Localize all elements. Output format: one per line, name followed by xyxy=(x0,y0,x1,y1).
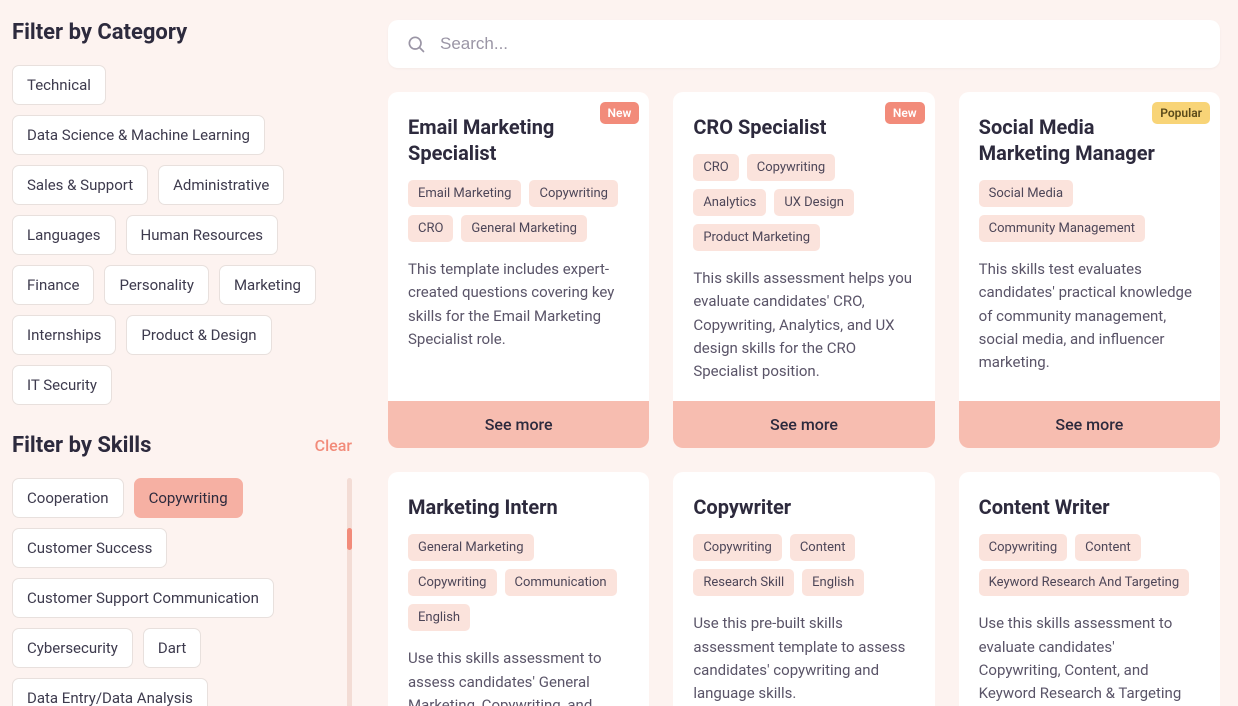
cards-grid: NewEmail Marketing SpecialistEmail Marke… xyxy=(388,92,1220,706)
skill-tag: CRO xyxy=(408,215,453,242)
card-description: Use this skills assessment to evaluate c… xyxy=(979,612,1200,706)
card-description: Use this skills assessment to assess can… xyxy=(408,647,629,706)
category-chip[interactable]: IT Security xyxy=(12,365,112,405)
category-chip[interactable]: Human Resources xyxy=(126,215,279,255)
assessment-card: Marketing Intern General Marketing Copywri… xyxy=(388,472,649,706)
skill-chip[interactable]: Customer Success xyxy=(12,528,167,568)
skill-tag: Copywriting xyxy=(979,534,1068,561)
see-more-button[interactable]: See more xyxy=(388,401,649,448)
skill-tag: Copywriting xyxy=(408,569,497,596)
card-title: Marketing Intern xyxy=(408,494,629,520)
skill-tag: Copywriting xyxy=(747,154,836,181)
skill-tag: Content xyxy=(790,534,856,561)
skill-tag: UX Design xyxy=(774,189,854,216)
filter-skills-heading: Filter by Skills xyxy=(12,433,151,458)
skill-tag: English xyxy=(408,604,470,631)
card-body: Email Marketing Specialist Email Marketin… xyxy=(388,92,649,401)
skill-tag: Product Marketing xyxy=(693,224,820,251)
see-more-button[interactable]: See more xyxy=(673,401,934,448)
card-description: Use this pre-built skills assessment tem… xyxy=(693,612,914,705)
card-tags: CRO Copywriting Analytics UX Design Product … xyxy=(693,154,914,251)
skill-chip[interactable]: Cybersecurity xyxy=(12,628,133,668)
skill-chip[interactable]: Customer Support Communication xyxy=(12,578,274,618)
skill-tag: Copywriting xyxy=(529,180,618,207)
category-chip[interactable]: Internships xyxy=(12,315,116,355)
sidebar: Filter by Category Technical Data Science… xyxy=(0,0,370,706)
card-tags: Social Media Community Management xyxy=(979,180,1200,242)
skill-chip[interactable]: Copywriting xyxy=(134,478,243,518)
skill-tag: Communication xyxy=(505,569,617,596)
new-badge: New xyxy=(600,102,640,124)
skill-tag: General Marketing xyxy=(461,215,587,242)
card-title: Email Marketing Specialist xyxy=(408,114,629,166)
skill-chip[interactable]: Cooperation xyxy=(12,478,124,518)
category-chips: Technical Data Science & Machine Learning… xyxy=(12,65,352,405)
card-description: This skills test evaluates candidates' p… xyxy=(979,258,1200,374)
skill-tag: Keyword Research And Targeting xyxy=(979,569,1189,596)
card-body: CRO Specialist CRO Copywriting Analytics UX … xyxy=(673,92,934,401)
skill-tag: Email Marketing xyxy=(408,180,521,207)
card-title: CRO Specialist xyxy=(693,114,914,140)
category-chip[interactable]: Administrative xyxy=(158,165,284,205)
skill-tag: Social Media xyxy=(979,180,1073,207)
category-chip[interactable]: Product & Design xyxy=(126,315,271,355)
card-tags: Copywriting Content Research Skill English xyxy=(693,534,914,596)
skill-chip[interactable]: Data Entry/Data Analysis xyxy=(12,678,208,706)
search-bar[interactable] xyxy=(388,20,1220,68)
card-description: This skills assessment helps you evaluat… xyxy=(693,267,914,383)
see-more-button[interactable]: See more xyxy=(959,401,1220,448)
skill-chip[interactable]: Dart xyxy=(143,628,201,668)
card-tags: Email Marketing Copywriting CRO General Mar… xyxy=(408,180,629,242)
card-body: Content Writer Copywriting Content Keyword … xyxy=(959,472,1220,706)
category-chip[interactable]: Data Science & Machine Learning xyxy=(12,115,265,155)
skills-scrollbar-track[interactable] xyxy=(347,478,352,706)
assessment-card: NewEmail Marketing SpecialistEmail Marke… xyxy=(388,92,649,448)
search-icon xyxy=(406,34,426,54)
skill-tag: Copywriting xyxy=(693,534,782,561)
card-body: Marketing Intern General Marketing Copywri… xyxy=(388,472,649,706)
card-title: Copywriter xyxy=(693,494,914,520)
assessment-card: Content Writer Copywriting Content Keyword … xyxy=(959,472,1220,706)
filter-category-heading: Filter by Category xyxy=(12,20,352,45)
category-chip[interactable]: Finance xyxy=(12,265,94,305)
new-badge: New xyxy=(885,102,925,124)
main-content: NewEmail Marketing SpecialistEmail Marke… xyxy=(370,0,1238,706)
category-chip[interactable]: Sales & Support xyxy=(12,165,148,205)
card-title: Content Writer xyxy=(979,494,1200,520)
skill-tag: Analytics xyxy=(693,189,766,216)
popular-badge: Popular xyxy=(1152,102,1210,124)
skill-tag: Community Management xyxy=(979,215,1145,242)
skill-chips: CooperationCopywriting Customer Success Cu… xyxy=(12,478,340,706)
category-chip[interactable]: Personality xyxy=(104,265,208,305)
search-input[interactable] xyxy=(440,34,1202,54)
assessment-card: Copywriter Copywriting Content Research Ski… xyxy=(673,472,934,706)
skill-tag: Research Skill xyxy=(693,569,794,596)
category-chip[interactable]: Technical xyxy=(12,65,106,105)
skill-tag: English xyxy=(802,569,864,596)
skills-scrollbar-thumb[interactable] xyxy=(347,528,352,550)
card-tags: General Marketing Copywriting Communicatio… xyxy=(408,534,629,631)
skill-tag: CRO xyxy=(693,154,738,181)
skills-scroll-area: CooperationCopywriting Customer Success Cu… xyxy=(12,478,352,706)
card-body: Copywriter Copywriting Content Research Ski… xyxy=(673,472,934,706)
category-chip[interactable]: Marketing xyxy=(219,265,316,305)
card-body: Social Media Marketing ManagerSocial Med… xyxy=(959,92,1220,401)
skill-tag: General Marketing xyxy=(408,534,534,561)
card-tags: Copywriting Content Keyword Research And T… xyxy=(979,534,1200,596)
category-chip[interactable]: Languages xyxy=(12,215,116,255)
clear-skills-link[interactable]: Clear xyxy=(315,436,352,455)
card-description: This template includes expert-created qu… xyxy=(408,258,629,351)
assessment-card: NewCRO Specialist CRO Copywriting Analytics… xyxy=(673,92,934,448)
assessment-card: PopularSocial Media Marketing ManagerSoc… xyxy=(959,92,1220,448)
skill-tag: Content xyxy=(1075,534,1141,561)
